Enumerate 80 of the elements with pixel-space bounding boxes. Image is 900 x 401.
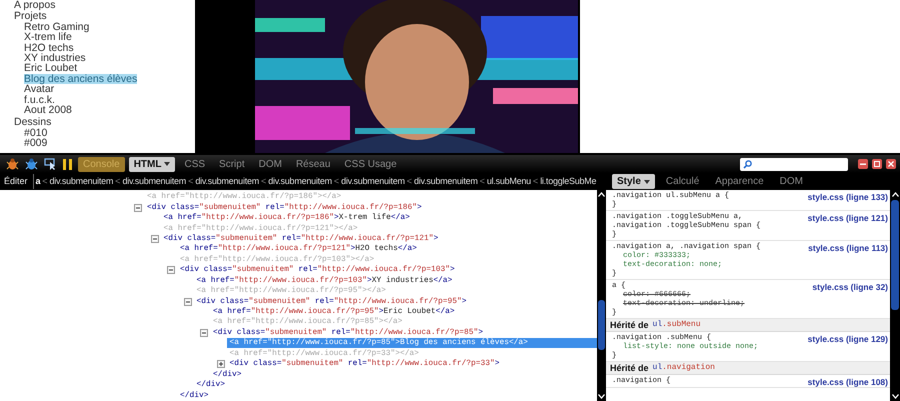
bug-icon[interactable] [6, 158, 19, 170]
scroll-down-icon[interactable] [598, 394, 605, 399]
nav-link[interactable]: Aout 2008 [24, 105, 72, 116]
separator: < [42, 174, 48, 188]
tab[interactable]: CSS Usage [339, 156, 402, 172]
nav-link[interactable]: Dessins [14, 117, 52, 128]
tab[interactable]: DOM [254, 156, 287, 172]
source-link[interactable]: style.css (ligne 121) [808, 213, 888, 223]
breadcrumb-item[interactable]: div.submenuitem [122, 174, 186, 188]
inherited-element[interactable]: ul.navigation [652, 363, 715, 373]
breadcrumb-item[interactable]: a [36, 174, 40, 188]
collapse-icon[interactable] [200, 328, 208, 337]
inherited-label: Hérité de [610, 363, 649, 373]
tab[interactable]: Calculé [660, 174, 704, 189]
inspect-icon[interactable] [44, 158, 57, 170]
separator: < [480, 174, 485, 188]
scrollbar-thumb[interactable] [598, 300, 605, 350]
separator: < [406, 174, 412, 188]
collapse-icon[interactable] [184, 298, 192, 306]
tab[interactable]: Apparence [710, 174, 769, 189]
caret-icon [644, 180, 650, 184]
minimize-button[interactable] [858, 159, 868, 169]
close-icon [888, 161, 894, 167]
minimize-icon [860, 161, 866, 167]
nav-link[interactable]: f.u.c.k. [24, 94, 55, 106]
caret-icon [164, 162, 170, 166]
breadcrumb-item[interactable]: li.toggleSubMe [540, 174, 596, 188]
breadcrumb-item[interactable]: div.submenuitem [195, 174, 259, 188]
collapse-icon[interactable] [167, 266, 175, 274]
breadcrumb-item[interactable]: div.submenuitem [268, 174, 332, 188]
tab[interactable]: Style [612, 174, 655, 189]
tab[interactable]: HTML [128, 156, 176, 172]
inherited-label: Hérité de [610, 320, 649, 330]
source-link[interactable]: style.css (ligne 108) [808, 377, 888, 387]
bug-icon[interactable] [25, 158, 38, 170]
breadcrumb-item[interactable]: div.submenuitem [50, 174, 114, 188]
source-link[interactable]: style.css (ligne 113) [808, 243, 888, 253]
separator: < [260, 174, 266, 188]
scrollbar-thumb[interactable] [891, 200, 899, 310]
tab[interactable]: CSS [179, 156, 210, 172]
nav-link[interactable]: #010 [24, 128, 48, 138]
source-link[interactable]: style.css (ligne 32) [812, 282, 888, 292]
expand-icon[interactable] [216, 360, 224, 368]
restore-icon [874, 161, 880, 167]
scroll-up-icon[interactable] [598, 192, 605, 197]
tab[interactable]: Script [214, 156, 250, 172]
nav-link[interactable]: XY industries [24, 53, 86, 64]
nav-link[interactable]: Eric Loubet [24, 63, 78, 74]
scroll-down-icon[interactable] [892, 394, 898, 399]
collapse-icon[interactable] [150, 234, 158, 243]
tab[interactable]: Réseau [290, 156, 336, 172]
restore-button[interactable] [872, 159, 882, 169]
edit-button[interactable]: Éditer [4, 174, 34, 190]
search-icon [743, 160, 752, 168]
tab[interactable]: DOM [774, 174, 808, 189]
separator: < [334, 174, 340, 188]
nav-link[interactable]: X-trem life [24, 32, 72, 43]
source-link[interactable]: style.css (ligne 129) [808, 334, 888, 344]
scroll-up-icon[interactable] [892, 192, 898, 197]
source-link[interactable]: style.css (ligne 133) [808, 192, 888, 202]
nav-link[interactable]: A propos [14, 0, 56, 10]
pause-icon[interactable] [63, 158, 72, 170]
breadcrumb-item[interactable]: div.submenuitem [414, 174, 478, 188]
separator: < [115, 174, 120, 188]
inherited-element[interactable]: ul.subMenu [652, 320, 701, 330]
nav-link[interactable]: H2O techs [24, 42, 74, 54]
scrollbar[interactable] [597, 190, 606, 401]
nav-link[interactable]: Blog des anciens élèves [24, 74, 138, 84]
collapse-icon[interactable] [134, 204, 142, 212]
nav-link[interactable]: #009 [24, 138, 48, 149]
scrollbar[interactable] [890, 190, 900, 401]
search-field[interactable] [740, 158, 848, 170]
separator: < [188, 174, 194, 188]
separator: < [532, 174, 538, 188]
nav-link[interactable]: Retro Gaming [24, 22, 90, 32]
breadcrumb-item[interactable]: ul.subMenu [486, 174, 531, 188]
breadcrumb-item[interactable]: div.submenuitem [341, 174, 405, 188]
nav-link[interactable]: Projets [14, 11, 47, 22]
close-button[interactable] [886, 159, 896, 169]
nav-link[interactable]: Avatar [24, 84, 54, 95]
